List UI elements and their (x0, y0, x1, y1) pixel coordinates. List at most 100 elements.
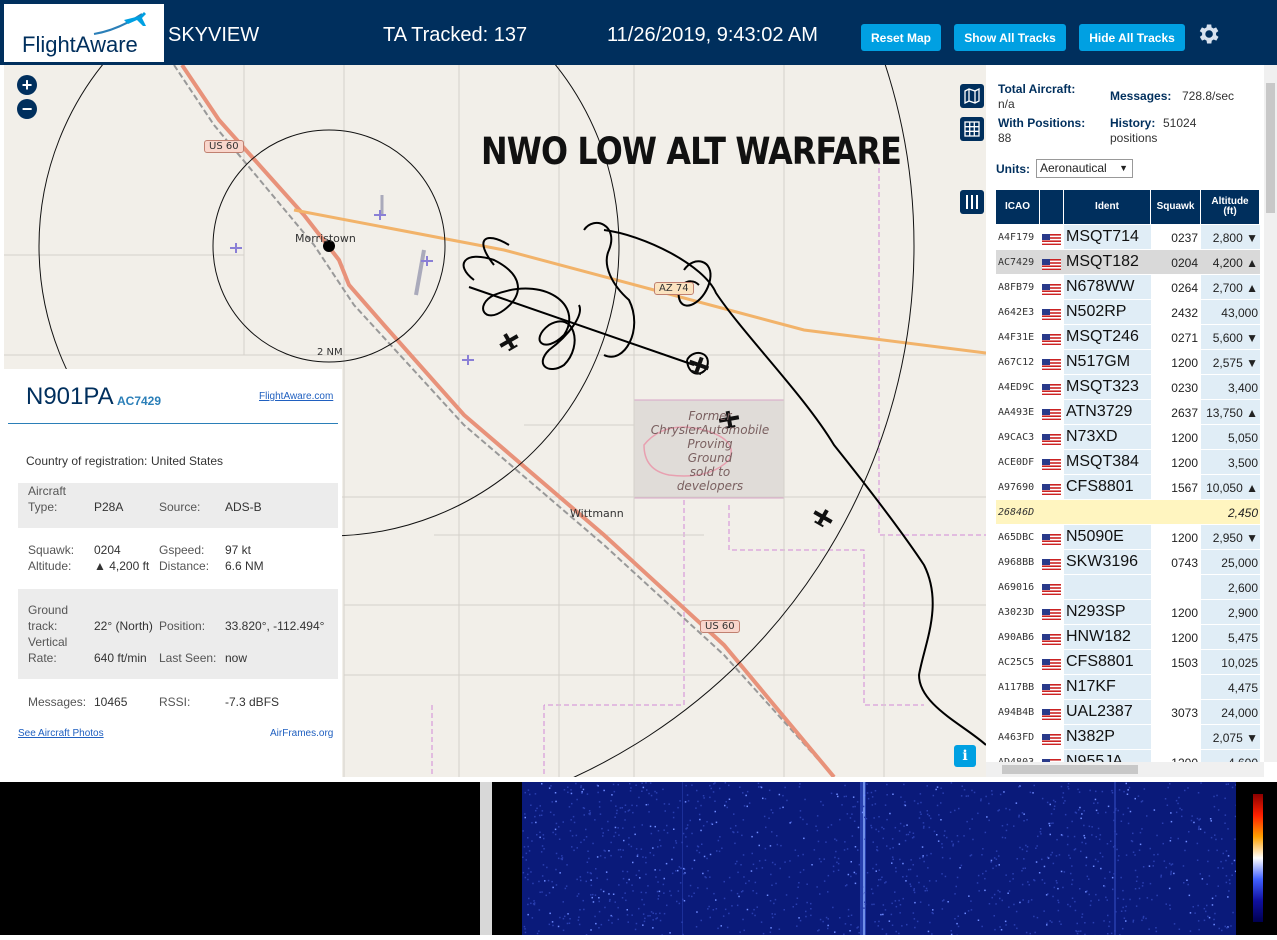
altitude-label: Altitude: (28, 559, 71, 573)
icao-cell: A65DBC (998, 532, 1034, 543)
table-row[interactable]: A67C12N517GM12002,575 ▼ (996, 350, 1260, 375)
zoom-out-button[interactable]: − (17, 99, 37, 119)
clock-timestamp: 11/26/2019, 9:43:02 AM (607, 24, 818, 47)
road-shield-us60: US 60 (204, 140, 244, 153)
table-row[interactable]: A97690CFS8801156710,050 ▲ (996, 475, 1260, 500)
aircraft-photos-link[interactable]: See Aircraft Photos (18, 728, 104, 739)
units-select[interactable]: Aeronautical (1036, 159, 1133, 178)
total-aircraft-value: n/a (998, 97, 1015, 111)
table-row[interactable]: A463FDN382P2,075 ▼ (996, 725, 1260, 750)
altitude-cell: 5,600 ▼ (1202, 331, 1258, 345)
road-shield-us60: US 60 (700, 620, 740, 633)
reset-map-button[interactable]: Reset Map (861, 24, 941, 51)
ident-cell: N502RP (1066, 303, 1126, 321)
us-flag-icon (1042, 432, 1061, 443)
table-row[interactable]: AC25C5CFS8801150310,025 (996, 650, 1260, 675)
us-flag-icon (1042, 582, 1061, 593)
table-row[interactable]: A642E3N502RP243243,000 (996, 300, 1260, 325)
ident-cell: HNW182 (1066, 628, 1131, 646)
table-row[interactable]: A94B4BUAL2387307324,000 (996, 700, 1260, 725)
grid-toggle-button[interactable] (960, 117, 984, 141)
altitude-cell: 43,000 (1202, 306, 1258, 320)
altitude-cell: 24,000 (1202, 706, 1258, 720)
ident-cell: N73XD (1066, 428, 1118, 446)
table-row[interactable]: 26846D2,450 (996, 500, 1260, 525)
zoom-in-button[interactable]: + (17, 75, 37, 95)
distance-label: Distance: (159, 559, 209, 573)
icao-cell: A90AB6 (998, 632, 1034, 643)
table-row[interactable]: A65DBCN5090E12002,950 ▼ (996, 525, 1260, 550)
altitude-cell: 2,575 ▼ (1202, 356, 1258, 370)
aircraft-marker (496, 329, 522, 354)
table-row[interactable]: A8FB79N678WW02642,700 ▲ (996, 275, 1260, 300)
squawk-cell: 0264 (1154, 281, 1198, 295)
table-row[interactable]: ACE0DFMSQT38412003,500 (996, 450, 1260, 475)
messages-value: 10465 (94, 695, 127, 709)
aircraft-type-label: Aircraft (28, 484, 66, 498)
ground-track-label: track: (28, 619, 57, 633)
registration: N901PA (26, 383, 114, 411)
hide-all-tracks-button[interactable]: Hide All Tracks (1079, 24, 1185, 51)
gear-icon[interactable] (1195, 21, 1221, 47)
column-altitude[interactable]: Altitude (ft) (1201, 190, 1260, 224)
icao-code: AC7429 (117, 394, 161, 408)
table-row[interactable]: A3023DN293SP12002,900 (996, 600, 1260, 625)
scrollbar-thumb[interactable] (1002, 765, 1138, 774)
panel-divider[interactable] (480, 782, 492, 935)
country-label: Country of registration: (26, 454, 147, 468)
squawk-cell: 1200 (1154, 356, 1198, 370)
table-row[interactable]: A690162,600 (996, 575, 1260, 600)
horizontal-scrollbar[interactable] (986, 762, 1264, 777)
us-flag-icon (1042, 282, 1061, 293)
altitude-cell: 4,200 ▲ (1202, 256, 1258, 270)
table-row[interactable]: AC7429MSQT18202044,200 ▲ (996, 250, 1260, 275)
us-flag-icon (1042, 732, 1061, 743)
table-row[interactable]: A9CAC3N73XD12005,050 (996, 425, 1260, 450)
ident-cell: N5090E (1066, 528, 1124, 546)
show-all-tracks-button[interactable]: Show All Tracks (954, 24, 1066, 51)
aircraft-marker (810, 505, 836, 530)
columns-icon (964, 194, 980, 210)
us-flag-icon (1042, 332, 1061, 343)
airframes-link[interactable]: AirFrames.org (270, 728, 333, 739)
range-ring-label: 2 NM (317, 347, 343, 358)
flightaware-link[interactable]: FlightAware.com (259, 391, 333, 402)
squawk-cell: 1567 (1154, 481, 1198, 495)
table-row[interactable]: A968BBSKW3196074325,000 (996, 550, 1260, 575)
icao-cell: AC25C5 (998, 657, 1034, 668)
table-row[interactable]: A4F179MSQT71402372,800 ▼ (996, 225, 1260, 250)
table-row[interactable]: A90AB6HNW18212005,475 (996, 625, 1260, 650)
waterfall-noise (522, 782, 1236, 935)
table-row[interactable]: A4F31EMSQT24602715,600 ▼ (996, 325, 1260, 350)
column-ident[interactable]: Ident (1064, 190, 1151, 224)
squawk-cell: 0271 (1154, 331, 1198, 345)
overlay-title: NWO LOW ALT WARFARE (481, 130, 901, 173)
altitude-cell: 10,025 (1202, 656, 1258, 670)
vertical-scrollbar[interactable] (1264, 65, 1277, 762)
units-selected: Aeronautical (1040, 161, 1107, 175)
altitude-cell: 2,800 ▼ (1202, 231, 1258, 245)
info-button[interactable]: i (954, 745, 976, 767)
map-layers-button[interactable] (960, 84, 984, 108)
column-icao[interactable]: ICAO (996, 190, 1040, 224)
squawk-cell: 1200 (1154, 431, 1198, 445)
table-row[interactable]: A117BBN17KF4,475 (996, 675, 1260, 700)
altitude-value: ▲ 4,200 ft (94, 559, 149, 573)
with-positions-label: With Positions: (998, 116, 1085, 130)
distance-value: 6.6 NM (225, 559, 264, 573)
scrollbar-thumb[interactable] (1266, 83, 1275, 213)
column-flag[interactable] (1040, 190, 1064, 224)
table-row[interactable]: AA493EATN3729263713,750 ▲ (996, 400, 1260, 425)
source-label: Source: (159, 500, 200, 514)
columns-toggle-button[interactable] (960, 190, 984, 214)
divider (8, 423, 338, 424)
us-flag-icon (1042, 457, 1061, 468)
vertical-rate-value: 640 ft/min (94, 651, 147, 665)
ident-cell: ATN3729 (1066, 403, 1132, 421)
town-label-morristown: Morristown (295, 232, 356, 245)
column-squawk[interactable]: Squawk (1151, 190, 1201, 224)
table-row[interactable]: A4ED9CMSQT32302303,400 (996, 375, 1260, 400)
flightaware-logo[interactable]: FlightAware (4, 4, 164, 62)
icao-cell: 26846D (998, 507, 1034, 518)
history-value: positions (1110, 131, 1157, 145)
